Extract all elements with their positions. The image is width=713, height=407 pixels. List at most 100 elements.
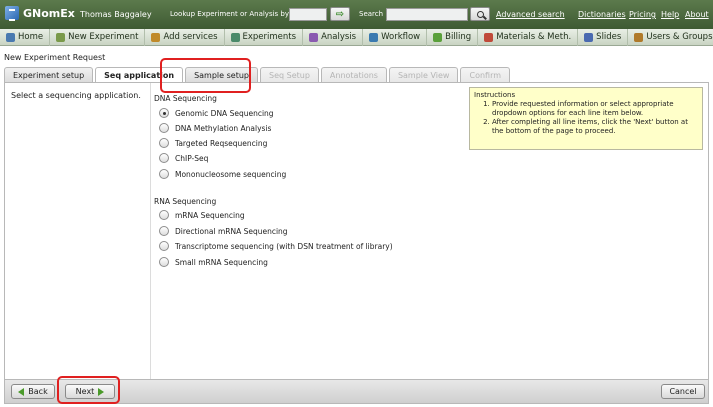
home-icon: [6, 32, 15, 42]
radio-selected-icon: [159, 108, 169, 118]
radio-genomic-dna[interactable]: Genomic DNA Sequencing: [159, 108, 274, 118]
nav-experiments[interactable]: Experiments: [225, 28, 304, 46]
seq-application-panel: Select a sequencing application. DNA Seq…: [4, 82, 709, 380]
nav-label: Users & Groups: [646, 32, 713, 42]
back-label: Back: [28, 387, 48, 396]
radio-transcriptome[interactable]: Transcriptome sequencing (with DSN treat…: [159, 241, 393, 251]
radio-label: Transcriptome sequencing (with DSN treat…: [175, 241, 393, 251]
radio-mrna[interactable]: mRNA Sequencing: [159, 210, 245, 220]
nav-label: Add services: [163, 32, 218, 42]
back-button[interactable]: Back: [11, 384, 55, 399]
nav-home[interactable]: Home: [0, 28, 51, 46]
tab-confirm: Confirm: [460, 67, 511, 82]
flask-icon: [230, 32, 240, 42]
radio-mononucleosome[interactable]: Mononucleosome sequencing: [159, 169, 286, 179]
radio-icon: [159, 138, 169, 148]
cancel-label: Cancel: [669, 387, 697, 396]
nav-slides[interactable]: Slides: [578, 28, 629, 46]
pricing-link[interactable]: Pricing: [629, 10, 656, 19]
workflow-icon: [369, 32, 379, 42]
nav-billing[interactable]: Billing: [427, 28, 479, 46]
nav-label: Materials & Meth.: [496, 32, 572, 42]
lookup-input[interactable]: [289, 8, 327, 21]
radio-label: Mononucleosome sequencing: [175, 169, 287, 179]
arrow-right-icon: [98, 387, 105, 396]
tab-seq-application[interactable]: Seq application: [95, 67, 184, 82]
radio-label: mRNA Sequencing: [175, 210, 245, 220]
dna-group-title: DNA Sequencing: [154, 94, 217, 103]
cancel-button[interactable]: Cancel: [661, 384, 705, 399]
instruction-item: Provide requested information or select …: [492, 100, 698, 118]
radio-label: Targeted Reqsequencing: [175, 138, 268, 148]
instructions-box: Instructions Provide requested informati…: [469, 87, 703, 150]
gnomex-logo-icon: [5, 6, 19, 21]
help-link[interactable]: Help: [661, 10, 679, 19]
left-note: Select a sequencing application.: [11, 91, 141, 100]
nav-label: Billing: [445, 32, 472, 42]
lookup-go-button[interactable]: ⇨: [330, 7, 350, 21]
next-label: Next: [75, 387, 95, 396]
instruction-item: After completing all line items, click t…: [492, 118, 698, 136]
radio-icon: [159, 123, 169, 133]
tab-seq-setup: Seq Setup: [260, 67, 319, 82]
about-link[interactable]: About: [685, 10, 709, 19]
radio-label: DNA Methylation Analysis: [175, 123, 272, 133]
bottom-bar: Back Next Cancel: [4, 380, 709, 404]
nav-label: New Experiment: [68, 32, 139, 42]
panel-title: New Experiment Request: [4, 53, 106, 62]
next-button[interactable]: Next: [65, 384, 115, 399]
nav-label: Home: [18, 32, 44, 42]
radio-icon: [159, 153, 169, 163]
flask-icon: [56, 32, 66, 42]
rna-group-title: RNA Sequencing: [154, 197, 217, 206]
app-logo[interactable]: GNomEx: [5, 6, 75, 21]
radio-directional-mrna[interactable]: Directional mRNA Sequencing: [159, 226, 288, 236]
nav-analysis[interactable]: Analysis: [303, 28, 364, 46]
nav-label: Experiments: [242, 32, 297, 42]
dictionaries-link[interactable]: Dictionaries: [578, 10, 626, 19]
tab-experiment-setup[interactable]: Experiment setup: [4, 67, 94, 82]
advanced-search-link[interactable]: Advanced search: [496, 10, 565, 19]
instructions-title: Instructions: [474, 91, 516, 99]
radio-label: ChIP-Seq: [175, 153, 209, 163]
radio-icon: [159, 257, 169, 267]
nav-users-groups[interactable]: Users & Groups: [628, 29, 713, 46]
radio-label: Directional mRNA Sequencing: [175, 226, 288, 236]
nav-label: Slides: [596, 32, 622, 42]
radio-label: Genomic DNA Sequencing: [175, 108, 274, 118]
divider: [150, 83, 151, 379]
slides-icon: [584, 32, 594, 42]
arrow-left-icon: [18, 387, 25, 396]
search-input[interactable]: [386, 8, 468, 21]
nav-new-experiment[interactable]: New Experiment: [50, 28, 146, 46]
radio-label: Small mRNA Sequencing: [175, 257, 268, 267]
radio-dna-methylation[interactable]: DNA Methylation Analysis: [159, 123, 271, 133]
app-title: GNomEx: [23, 6, 75, 20]
nav-workflow[interactable]: Workflow: [363, 28, 428, 46]
username: Thomas Baggaley: [80, 10, 152, 19]
search-button[interactable]: [470, 7, 490, 21]
lookup-label: Lookup Experiment or Analysis by #: [170, 10, 298, 18]
search-label: Search: [359, 10, 384, 18]
radio-icon: [159, 226, 169, 236]
radio-chip-seq[interactable]: ChIP-Seq: [159, 153, 208, 163]
nav-label: Workflow: [381, 32, 421, 42]
nav-add-services[interactable]: Add services: [145, 28, 225, 46]
tab-annotations: Annotations: [320, 67, 387, 82]
radio-small-mrna[interactable]: Small mRNA Sequencing: [159, 257, 268, 267]
nav-label: Analysis: [321, 32, 357, 42]
search-icon: [476, 10, 484, 18]
users-icon: [634, 32, 644, 42]
radio-targeted-reqsequencing[interactable]: Targeted Reqsequencing: [159, 138, 267, 148]
wizard-tabs: Experiment setup Seq application Sample …: [4, 67, 511, 82]
main-nav: Home New Experiment Add services Experim…: [0, 28, 713, 46]
billing-icon: [433, 32, 443, 42]
arrow-right-icon: ⇨: [335, 8, 345, 20]
top-bar: GNomEx Thomas Baggaley Lookup Experiment…: [0, 0, 713, 29]
radio-icon: [159, 210, 169, 220]
chart-icon: [309, 32, 319, 42]
tab-sample-setup[interactable]: Sample setup: [185, 67, 258, 82]
plus-icon: [151, 32, 161, 42]
materials-icon: [484, 32, 494, 42]
nav-materials[interactable]: Materials & Meth.: [478, 28, 579, 46]
